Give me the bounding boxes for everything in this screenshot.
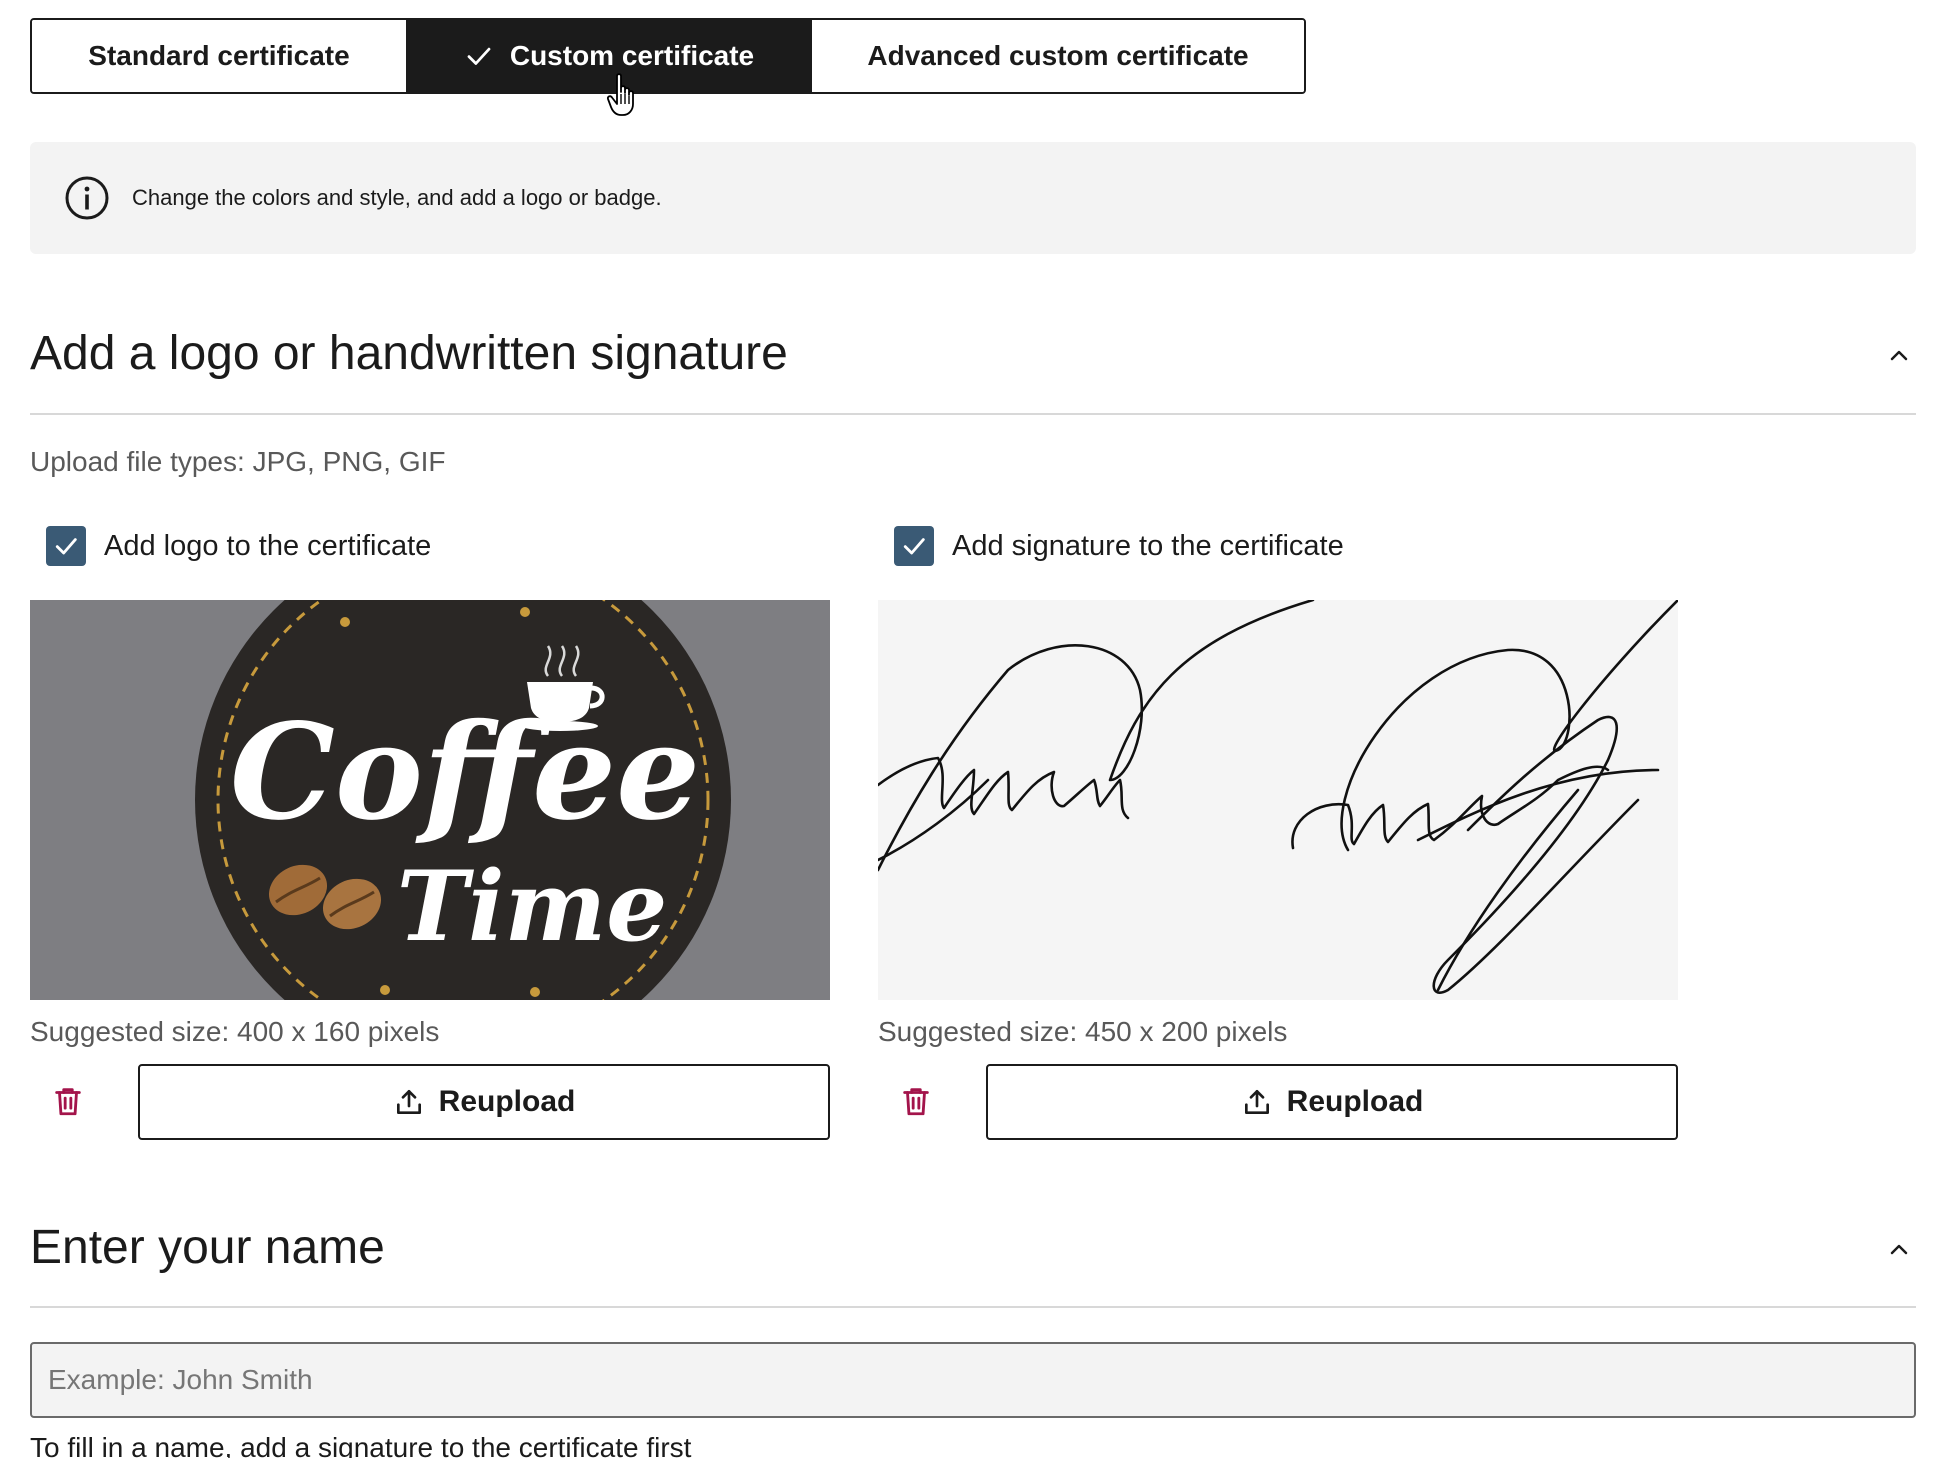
add-signature-checkbox[interactable]	[894, 526, 934, 566]
add-logo-row: Add logo to the certificate	[46, 526, 431, 566]
section-divider	[30, 413, 1916, 415]
reupload-signature-button[interactable]: Reupload	[986, 1064, 1678, 1140]
logo-preview-image: Coffee Time	[30, 600, 830, 1000]
reupload-logo-button[interactable]: Reupload	[138, 1064, 830, 1140]
check-icon	[464, 41, 494, 71]
hand-pointer-cursor-icon	[606, 72, 640, 118]
tab-label: Custom certificate	[509, 40, 755, 71]
signature-size-note: Suggested size: 450 x 200 pixels	[878, 1016, 1288, 1047]
tab-standard-certificate[interactable]: Standard certificate	[32, 20, 406, 92]
add-logo-label: Add logo to the certificate	[104, 529, 432, 562]
info-banner: Change the colors and style, and add a l…	[30, 142, 1916, 254]
chevron-up-icon[interactable]	[1884, 1234, 1914, 1264]
file-types-hint: Upload file types: JPG, PNG, GIF	[30, 446, 446, 477]
logo-text-line1: Coffee	[230, 695, 700, 850]
delete-logo-trash-icon[interactable]	[51, 1084, 85, 1118]
delete-signature-trash-icon[interactable]	[899, 1084, 933, 1118]
add-signature-row: Add signature to the certificate	[894, 526, 1344, 566]
check-icon	[903, 538, 925, 555]
name-input[interactable]	[30, 1342, 1916, 1418]
logo-section-title: Add a logo or handwritten signature	[30, 327, 788, 380]
chevron-up-icon[interactable]	[1884, 340, 1914, 370]
info-circle-icon	[64, 175, 110, 221]
name-section-title: Enter your name	[30, 1221, 385, 1274]
tab-label: Advanced custom certificate	[867, 40, 1249, 71]
upload-icon	[393, 1086, 425, 1118]
info-text: Change the colors and style, and add a l…	[132, 185, 662, 210]
upload-icon	[1241, 1086, 1273, 1118]
logo-size-note: Suggested size: 400 x 160 pixels	[30, 1016, 440, 1047]
signature-preview-image	[878, 600, 1678, 1000]
certificate-type-tabs: Standard certificate Custom certificate …	[30, 18, 1306, 94]
check-icon	[55, 538, 77, 555]
tab-label: Standard certificate	[88, 40, 350, 71]
tab-advanced-custom-certificate[interactable]: Advanced custom certificate	[810, 20, 1304, 92]
reupload-label: Reupload	[1286, 1085, 1424, 1118]
logo-text-line2: Time	[397, 850, 668, 963]
section-divider	[30, 1306, 1916, 1308]
name-helper-text: To fill in a name, add a signature to th…	[30, 1432, 692, 1458]
reupload-label: Reupload	[438, 1085, 576, 1118]
add-logo-checkbox[interactable]	[46, 526, 86, 566]
add-signature-label: Add signature to the certificate	[952, 529, 1344, 562]
